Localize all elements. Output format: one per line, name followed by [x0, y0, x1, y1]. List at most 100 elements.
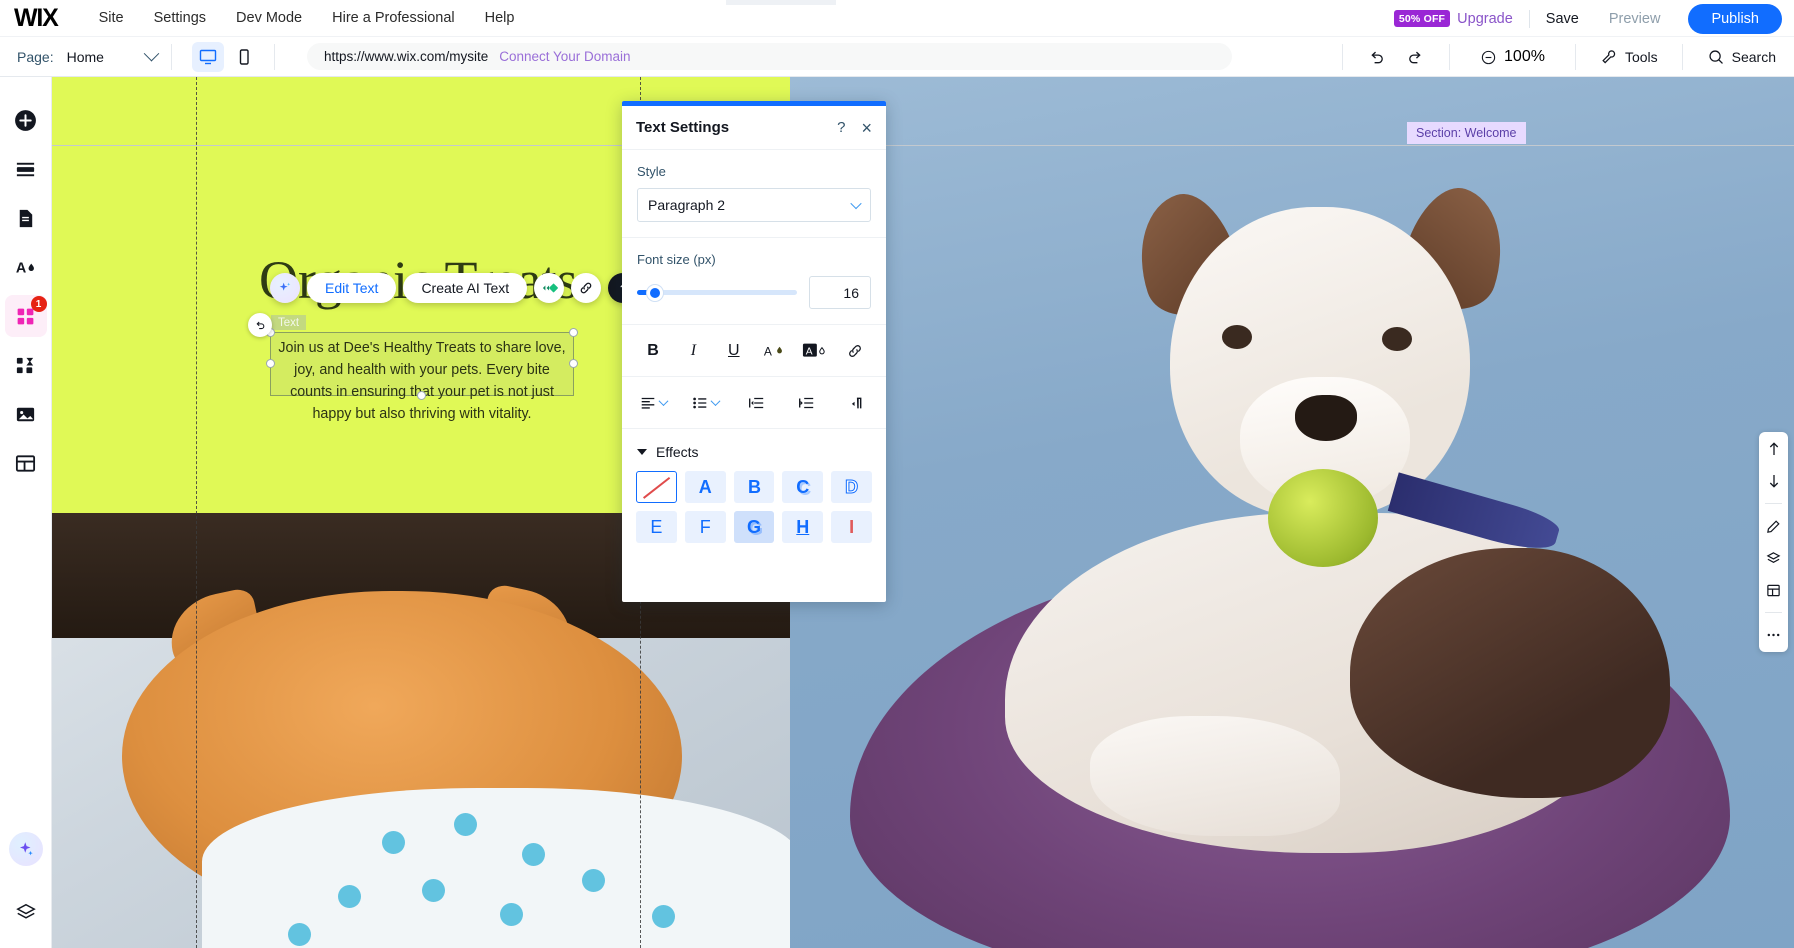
redo-icon	[1406, 48, 1425, 67]
cat-pillow-shape	[202, 788, 790, 948]
sidebar-item-layers[interactable]	[5, 892, 47, 934]
move-up-button[interactable]	[1764, 439, 1784, 459]
sidebar-item-site-sections[interactable]	[5, 148, 47, 190]
slider-knob[interactable]	[647, 285, 663, 301]
sidebar-item-business-tools[interactable]	[5, 344, 47, 386]
font-size-controls: 16	[637, 276, 871, 309]
panel-close-icon[interactable]: ×	[861, 119, 872, 137]
text-link-button[interactable]	[842, 338, 868, 364]
menu-item-dev-mode[interactable]: Dev Mode	[221, 4, 317, 32]
effects-section-header[interactable]: Effects	[622, 429, 886, 469]
effect-d-button[interactable]: D	[831, 471, 872, 503]
effect-a-button[interactable]: A	[685, 471, 726, 503]
text-direction-button[interactable]	[843, 390, 869, 416]
layout-button[interactable]	[1764, 580, 1784, 600]
animation-button[interactable]	[534, 273, 564, 303]
list-style-button[interactable]	[691, 394, 719, 412]
resize-handle-r[interactable]	[569, 359, 578, 368]
redo-button[interactable]	[1396, 48, 1435, 67]
resize-handle-b[interactable]	[417, 391, 426, 400]
menu-item-site[interactable]: Site	[84, 4, 139, 32]
font-size-value: 16	[843, 285, 859, 301]
text-settings-panel[interactable]: Text Settings ? × Style Paragraph 2 Font…	[622, 101, 886, 602]
ai-sparkle-button[interactable]	[270, 273, 300, 303]
editor-canvas[interactable]: Dee's Healthy Treats Search... Menu	[52, 77, 1794, 948]
layers-button[interactable]	[1764, 548, 1784, 568]
chevron-down-icon	[637, 449, 647, 455]
publish-button[interactable]: Publish	[1688, 4, 1782, 34]
sidebar-item-cms[interactable]	[5, 442, 47, 484]
chevron-down-icon[interactable]	[144, 46, 160, 62]
connect-domain-link[interactable]: Connect Your Domain	[499, 49, 630, 64]
sidebar-item-apps[interactable]: 1	[5, 295, 47, 337]
dog-ball-shape	[1268, 469, 1378, 567]
panel-header: Text Settings ? ×	[622, 106, 886, 150]
menu-item-help[interactable]: Help	[470, 4, 530, 32]
decrease-indent-button[interactable]	[743, 390, 769, 416]
hero-dog-image[interactable]	[790, 77, 1794, 948]
design-button[interactable]	[1764, 516, 1784, 536]
section-badge: Section: Welcome	[1407, 122, 1526, 144]
effect-h-button[interactable]: H	[782, 511, 823, 543]
sidebar-item-pages-menu[interactable]	[5, 197, 47, 239]
font-size-input[interactable]: 16	[809, 276, 871, 309]
editor-toolbar: Page: Home https://www.wix.com/mysite Co…	[0, 37, 1794, 77]
sidebar-item-add-elements[interactable]	[5, 99, 47, 141]
promo-badge: 50% OFF	[1394, 10, 1450, 27]
search-icon	[1707, 48, 1725, 66]
menu-item-settings[interactable]: Settings	[139, 4, 221, 32]
layers-icon	[1766, 551, 1781, 566]
text-align-button[interactable]	[639, 394, 667, 412]
style-label: Style	[637, 164, 871, 179]
dog-eye-right-shape	[1382, 327, 1412, 351]
highlight-color-button[interactable]: A	[802, 338, 828, 364]
resize-handle-l[interactable]	[266, 359, 275, 368]
search-button[interactable]: Search	[1697, 48, 1794, 66]
link-button[interactable]	[571, 273, 601, 303]
move-down-button[interactable]	[1764, 471, 1784, 491]
sidebar-item-media[interactable]	[5, 393, 47, 435]
ai-assistant-button[interactable]	[9, 832, 43, 866]
site-url-bar[interactable]: https://www.wix.com/mysite Connect Your …	[307, 43, 1232, 70]
bold-button[interactable]: B	[640, 338, 666, 364]
pillow-dot	[454, 813, 477, 836]
effect-i-button[interactable]: I	[831, 511, 872, 543]
save-button[interactable]: Save	[1546, 11, 1579, 27]
effect-g-button[interactable]: G	[734, 511, 775, 543]
preview-button[interactable]: Preview	[1609, 11, 1661, 27]
upgrade-link[interactable]: Upgrade	[1457, 11, 1513, 27]
zoom-control[interactable]: 100%	[1464, 48, 1561, 66]
italic-button[interactable]: I	[680, 338, 706, 364]
selected-text-element[interactable]: Text Join us at Dee's Healthy Treats to …	[270, 332, 574, 396]
effect-f-button[interactable]: F	[685, 511, 726, 543]
undo-button[interactable]	[1357, 48, 1396, 67]
text-color-button[interactable]: A	[761, 338, 787, 364]
sidebar-item-site-design[interactable]: A	[5, 246, 47, 288]
desktop-view-button[interactable]	[192, 42, 224, 72]
increase-indent-button[interactable]	[793, 390, 819, 416]
page-icon	[14, 207, 37, 230]
search-label: Search	[1732, 49, 1776, 65]
tools-button[interactable]: Tools	[1590, 48, 1668, 66]
effect-e-button[interactable]: E	[636, 511, 677, 543]
wix-logo[interactable]: WIX	[14, 4, 58, 33]
text-color-icon: A	[762, 341, 786, 361]
resize-handle-tr[interactable]	[569, 328, 578, 337]
text-element-content[interactable]: Join us at Dee's Healthy Treats to share…	[271, 333, 573, 429]
style-select[interactable]: Paragraph 2	[637, 188, 871, 222]
more-actions-button[interactable]	[1764, 625, 1784, 645]
font-size-slider[interactable]	[637, 284, 797, 302]
effect-none-button[interactable]	[636, 471, 677, 503]
effect-b-button[interactable]: B	[734, 471, 775, 503]
panel-help-icon[interactable]: ?	[837, 120, 845, 135]
style-section: Style Paragraph 2	[622, 150, 886, 238]
text-undo-button[interactable]	[248, 313, 272, 337]
divider	[1449, 44, 1450, 70]
create-ai-text-button[interactable]: Create AI Text	[403, 273, 527, 303]
current-page-name[interactable]: Home	[67, 49, 104, 65]
effect-c-button[interactable]: C	[782, 471, 823, 503]
mobile-view-button[interactable]	[228, 42, 260, 72]
underline-button[interactable]: U	[721, 338, 747, 364]
menu-item-hire-a-professional[interactable]: Hire a Professional	[317, 4, 470, 32]
edit-text-button[interactable]: Edit Text	[307, 273, 396, 303]
